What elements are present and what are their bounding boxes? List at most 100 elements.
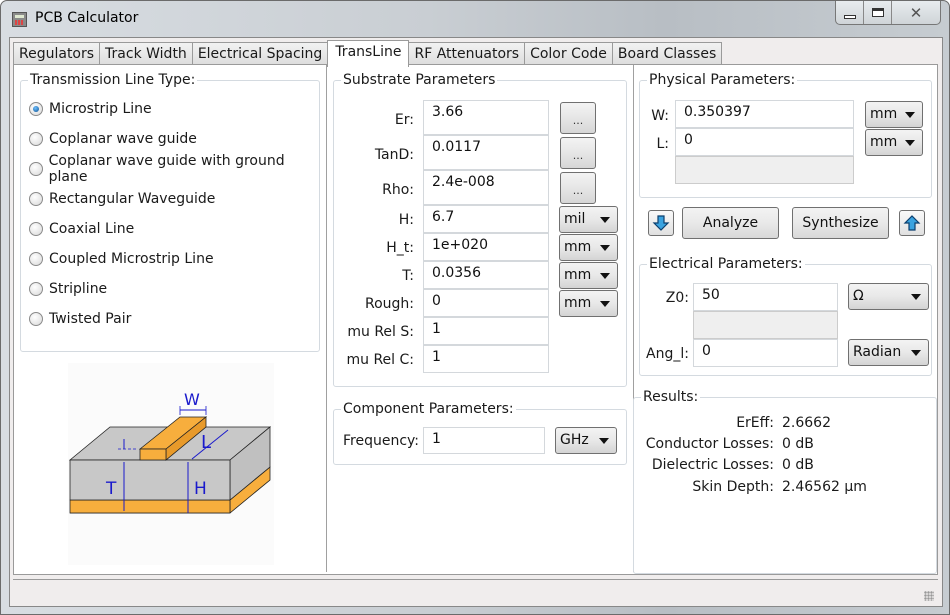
mu-rel-s-input[interactable]: 1 bbox=[423, 317, 549, 345]
h-unit-select[interactable]: mil bbox=[559, 206, 618, 233]
tab-rf-attenuators[interactable]: RF Attenuators bbox=[408, 42, 526, 66]
z0-unit-select[interactable]: Ω bbox=[848, 283, 929, 310]
maximize-icon bbox=[871, 8, 884, 17]
h-input[interactable]: 6.7 bbox=[423, 205, 549, 233]
dielectric-losses-value: 0 dB bbox=[782, 457, 814, 473]
z0-input[interactable]: 50 bbox=[693, 283, 838, 311]
rho-input[interactable]: 2.4e-008 bbox=[423, 170, 549, 205]
ht-label: H_t: bbox=[386, 240, 414, 256]
ht-unit-value: mm bbox=[564, 239, 592, 255]
ang-l-input[interactable]: 0 bbox=[693, 339, 838, 367]
l-input[interactable]: 0 bbox=[675, 128, 854, 156]
analyze-button[interactable]: Analyze bbox=[682, 207, 779, 239]
frequency-input[interactable]: 1 bbox=[423, 427, 545, 454]
t-unit-value: mm bbox=[564, 267, 592, 283]
strip-front bbox=[139, 448, 167, 461]
results-title: Results: bbox=[641, 389, 701, 405]
radio-coaxial-line[interactable]: Coaxial Line bbox=[29, 219, 134, 239]
er-select-button[interactable]: ... bbox=[560, 102, 596, 134]
electrical-title: Electrical Parameters: bbox=[647, 256, 805, 272]
radio-rectangular-waveguide[interactable]: Rectangular Waveguide bbox=[29, 189, 215, 209]
h-unit-value: mil bbox=[564, 211, 586, 227]
radio-stripline[interactable]: Stripline bbox=[29, 279, 107, 299]
tab-regulators[interactable]: Regulators bbox=[13, 42, 101, 66]
tab-transline[interactable]: TransLine bbox=[327, 40, 410, 67]
synthesize-arrow-button[interactable] bbox=[899, 210, 925, 236]
radio-label: Coaxial Line bbox=[49, 221, 135, 237]
minimize-button[interactable] bbox=[836, 1, 864, 24]
window-controls: ✕ bbox=[835, 1, 941, 25]
chevron-down-icon bbox=[600, 217, 610, 223]
rough-unit-select[interactable]: mm bbox=[559, 290, 618, 317]
radio-microstrip-line[interactable]: Microstrip Line bbox=[29, 99, 152, 119]
er-input[interactable]: 3.66 bbox=[423, 100, 549, 135]
radio-label: Stripline bbox=[49, 281, 108, 297]
ht-input[interactable]: 1e+020 bbox=[423, 233, 549, 261]
rough-input[interactable]: 0 bbox=[423, 289, 549, 317]
h-label: H: bbox=[398, 212, 414, 228]
ereff-label: ErEff: bbox=[736, 415, 774, 431]
radio-unchecked-icon bbox=[29, 132, 43, 146]
dielectric-losses-label: Dielectric Losses: bbox=[651, 457, 774, 473]
tab-color-code[interactable]: Color Code bbox=[524, 42, 613, 66]
frequency-unit-select[interactable]: GHz bbox=[555, 427, 617, 454]
skin-depth-label: Skin Depth: bbox=[692, 479, 774, 495]
arrow-up-icon bbox=[903, 215, 921, 231]
t-unit-select[interactable]: mm bbox=[559, 262, 618, 289]
mu-rel-c-label: mu Rel C: bbox=[346, 352, 414, 368]
w-input[interactable]: 0.350397 bbox=[675, 100, 854, 128]
substrate-title: Substrate Parameters bbox=[341, 72, 498, 88]
tand-input[interactable]: 0.0117 bbox=[423, 135, 549, 170]
analyze-arrow-button[interactable] bbox=[648, 210, 674, 236]
radio-unchecked-icon bbox=[29, 192, 43, 206]
radio-unchecked-icon bbox=[29, 252, 43, 266]
radio-coplanar-wave-guide[interactable]: Coplanar wave guide bbox=[29, 129, 197, 149]
tab-track-width[interactable]: Track Width bbox=[99, 42, 193, 66]
chevron-down-icon bbox=[911, 350, 921, 356]
ang-l-unit-select[interactable]: Radian bbox=[848, 339, 929, 366]
chevron-down-icon bbox=[911, 294, 921, 300]
w-label: W bbox=[184, 390, 200, 409]
ang-l-label: Ang_l: bbox=[646, 346, 689, 362]
mu-rel-c-input[interactable]: 1 bbox=[423, 345, 549, 373]
resize-grip-icon[interactable] bbox=[924, 591, 934, 601]
rho-label: Rho: bbox=[382, 182, 414, 198]
radio-label: Coupled Microstrip Line bbox=[49, 251, 214, 267]
conductor-losses-label: Conductor Losses: bbox=[645, 436, 774, 452]
radio-unchecked-icon bbox=[29, 312, 43, 326]
chevron-down-icon bbox=[600, 245, 610, 251]
line-type-title: Transmission Line Type: bbox=[28, 72, 198, 88]
radio-coupled-microstrip-line[interactable]: Coupled Microstrip Line bbox=[29, 249, 214, 269]
radio-label: Coplanar wave guide with ground plane bbox=[48, 153, 285, 185]
ang-l-unit-value: Radian bbox=[853, 344, 902, 360]
rho-select-button[interactable]: ... bbox=[560, 172, 596, 204]
tand-select-button[interactable]: ... bbox=[560, 137, 596, 169]
physical-extra-input bbox=[675, 156, 854, 184]
tab-electrical-spacing[interactable]: Electrical Spacing bbox=[191, 42, 329, 66]
er-label: Er: bbox=[394, 112, 414, 128]
l-label: L: bbox=[656, 136, 669, 152]
chevron-down-icon bbox=[599, 438, 609, 444]
radio-checked-icon bbox=[29, 102, 43, 116]
ground-plane bbox=[69, 499, 231, 514]
radio-coplanar-wave-guide-ground[interactable]: Coplanar wave guide with ground plane bbox=[29, 153, 319, 185]
w-unit-select[interactable]: mm bbox=[865, 101, 923, 128]
title-bar[interactable]: PCB Calculator ✕ bbox=[1, 1, 949, 37]
radio-label: Rectangular Waveguide bbox=[49, 191, 216, 207]
tab-board-classes[interactable]: Board Classes bbox=[611, 42, 723, 66]
physical-title: Physical Parameters: bbox=[647, 72, 798, 88]
electrical-extra-input bbox=[693, 311, 838, 339]
radio-label: Microstrip Line bbox=[49, 101, 152, 117]
radio-twisted-pair[interactable]: Twisted Pair bbox=[29, 309, 131, 329]
window-title: PCB Calculator bbox=[35, 10, 139, 26]
synthesize-button[interactable]: Synthesize bbox=[792, 207, 889, 239]
ht-unit-select[interactable]: mm bbox=[559, 234, 618, 261]
close-button[interactable]: ✕ bbox=[892, 1, 940, 24]
maximize-button[interactable] bbox=[864, 1, 892, 24]
column-divider bbox=[326, 65, 327, 572]
l-unit-select[interactable]: mm bbox=[865, 129, 923, 156]
status-bar bbox=[13, 579, 938, 605]
t-input[interactable]: 0.0356 bbox=[423, 261, 549, 289]
line-type-group: Transmission Line Type: Microstrip Line … bbox=[20, 72, 320, 352]
frequency-label: Frequency: bbox=[343, 433, 420, 449]
